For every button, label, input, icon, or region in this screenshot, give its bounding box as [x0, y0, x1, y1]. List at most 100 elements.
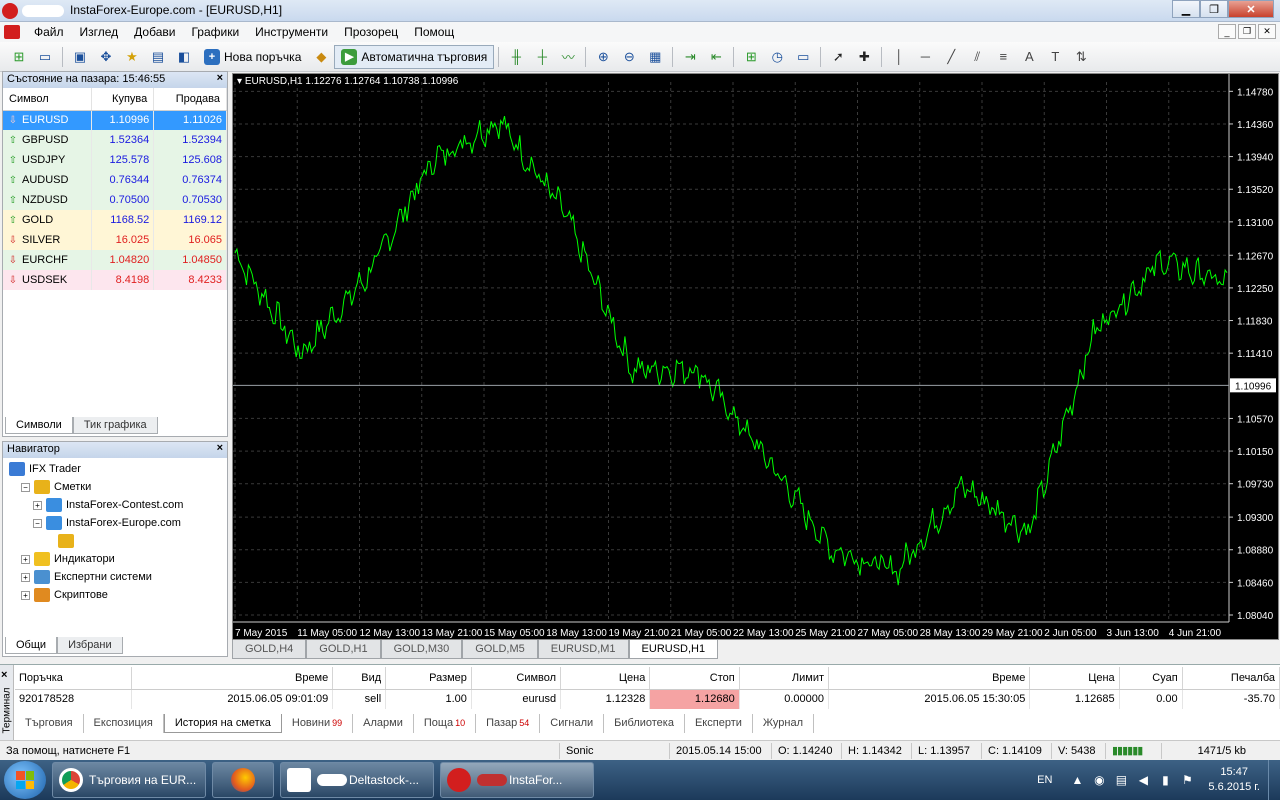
horizontal-line-icon[interactable]: ─	[914, 46, 936, 68]
zoom-in-icon[interactable]: ⊕	[592, 46, 614, 68]
tab-common[interactable]: Общи	[5, 637, 58, 654]
market-row-gold[interactable]: ⇧ GOLD 1168.52 1169.12	[3, 210, 227, 230]
network-icon[interactable]: ▮	[1158, 773, 1172, 787]
tile-windows-icon[interactable]: ▦	[644, 46, 666, 68]
mdi-minimize-button[interactable]: _	[1218, 24, 1236, 39]
taskbar-item-firefox[interactable]	[212, 762, 274, 798]
column-header[interactable]: Време	[828, 667, 1031, 690]
market-row-usdjpy[interactable]: ⇧ USDJPY 125.578 125.608	[3, 150, 227, 170]
taskbar-item-instaforex[interactable]: InstaFor...	[440, 762, 594, 798]
arrows-icon[interactable]: ⇅	[1070, 46, 1092, 68]
menu-file[interactable]: Файл	[26, 25, 72, 39]
expand-icon[interactable]: +	[21, 554, 30, 564]
profiles-icon[interactable]: ▭	[34, 46, 56, 68]
terminal-icon[interactable]: ▤	[147, 46, 169, 68]
line-chart-icon[interactable]: 〰	[557, 46, 579, 68]
strategy-tester-icon[interactable]: ◧	[173, 46, 195, 68]
chart-menu-icon[interactable]: ▾	[237, 76, 242, 87]
auto-trading-button[interactable]: ▶ Автоматична търговия	[334, 44, 495, 69]
column-header[interactable]: Стоп	[649, 667, 740, 690]
terminal-tab[interactable]: Експозиция	[84, 714, 164, 733]
terminal-tab[interactable]: Журнал	[753, 714, 815, 733]
data-window-icon[interactable]: ✥	[95, 46, 117, 68]
autoscroll-icon[interactable]: ⇥	[679, 46, 701, 68]
column-header[interactable]: Символ	[471, 667, 562, 690]
menu-charts[interactable]: Графики	[183, 25, 247, 39]
table-row[interactable]: 920178528 2015.06.05 09:01:09 sell 1.00 euru…	[15, 689, 1280, 709]
terminal-tab[interactable]: Библиотека	[604, 714, 685, 733]
navigator-item[interactable]: − Сметки	[3, 478, 227, 496]
new-chart-icon[interactable]: ⊞	[8, 46, 30, 68]
menu-window[interactable]: Прозорец	[336, 25, 406, 39]
terminal-tab[interactable]: Търговия	[15, 714, 84, 733]
expand-icon[interactable]: +	[21, 572, 30, 582]
column-header[interactable]: Вид	[332, 667, 387, 690]
market-row-eurusd[interactable]: ⇩ EURUSD 1.10996 1.11026	[3, 110, 227, 130]
language-indicator[interactable]: EN	[1037, 774, 1052, 786]
chart-tab[interactable]: GOLD,H4	[232, 640, 307, 659]
navigator-item[interactable]: + Експертни системи	[3, 568, 227, 586]
action-center-icon[interactable]: ⚑	[1180, 773, 1194, 787]
volume-icon[interactable]: ◀	[1136, 773, 1150, 787]
terminal-tab[interactable]: Пазар 54	[476, 714, 541, 733]
price-chart[interactable]: 1.14780 1.14360 1.13940 1.13520 1.13100 1.126…	[232, 73, 1279, 640]
app-tray-icon[interactable]: ◉	[1092, 773, 1106, 787]
terminal-tab[interactable]: Експерти	[685, 714, 753, 733]
show-desktop-button[interactable]	[1268, 760, 1280, 800]
expand-icon[interactable]: +	[33, 500, 42, 510]
close-icon[interactable]: ×	[1, 669, 7, 681]
chart-tab[interactable]: GOLD,M5	[462, 640, 538, 659]
restore-button[interactable]: ❐	[1200, 0, 1228, 18]
navigator-item[interactable]: − InstaForex-Europe.com	[3, 514, 227, 532]
text-label-icon[interactable]: T	[1044, 46, 1066, 68]
status-profile[interactable]: Sonic	[560, 742, 670, 759]
candlestick-icon[interactable]: ┼	[531, 46, 553, 68]
terminal-tab[interactable]: История на сметка	[163, 714, 282, 733]
clock[interactable]: 15:47 5.6.2015 г.	[1208, 765, 1260, 795]
menu-help[interactable]: Помощ	[406, 25, 462, 39]
column-header[interactable]: Време	[131, 667, 334, 690]
terminal-tab[interactable]: Аларми	[353, 714, 414, 733]
column-header[interactable]: Цена	[560, 667, 651, 690]
start-button[interactable]	[4, 761, 46, 799]
show-hidden-icons-icon[interactable]: ▲	[1070, 773, 1084, 787]
terminal-tab[interactable]: Сигнали	[540, 714, 605, 733]
periods-icon[interactable]: ◷	[766, 46, 788, 68]
market-row-eurchf[interactable]: ⇩ EURCHF 1.04820 1.04850	[3, 250, 227, 270]
market-row-nzdusd[interactable]: ⇧ NZDUSD 0.70500 0.70530	[3, 190, 227, 210]
column-header[interactable]: Печалба	[1182, 667, 1280, 690]
equidistant-channel-icon[interactable]: ⫽	[966, 46, 988, 68]
tab-tick-chart[interactable]: Тик графика	[72, 417, 158, 434]
bar-chart-icon[interactable]: ╫	[505, 46, 527, 68]
market-row-audusd[interactable]: ⇧ AUDUSD 0.76344 0.76374	[3, 170, 227, 190]
new-order-button[interactable]: + Нова поръчка	[197, 45, 308, 69]
close-icon[interactable]: ×	[217, 72, 223, 84]
menu-insert[interactable]: Добави	[126, 25, 183, 39]
cursor-icon[interactable]: ➚	[827, 46, 849, 68]
column-bid[interactable]: Купува	[91, 88, 155, 111]
navigator-icon[interactable]: ★	[121, 46, 143, 68]
indicators-list-icon[interactable]: ⊞	[740, 46, 762, 68]
expand-icon[interactable]: −	[21, 482, 30, 492]
taskbar-item-deltastock[interactable]: Deltastock-...	[280, 762, 434, 798]
tab-favorites[interactable]: Избрани	[57, 637, 123, 654]
tab-symbols[interactable]: Символи	[5, 417, 73, 434]
terminal-tab[interactable]: Поща 10	[414, 714, 477, 733]
close-icon[interactable]: ×	[217, 442, 223, 454]
market-row-usdsek[interactable]: ⇩ USDSEK 8.4198 8.4233	[3, 270, 227, 290]
column-header[interactable]: Размер	[385, 667, 472, 690]
remove-hardware-icon[interactable]: ▤	[1114, 773, 1128, 787]
chart-canvas[interactable]: 1.14780 1.14360 1.13940 1.13520 1.13100 1.126…	[233, 74, 1280, 641]
expand-icon[interactable]: −	[33, 518, 42, 528]
chart-tab[interactable]: EURUSD,H1	[628, 640, 719, 659]
column-header[interactable]: Суап	[1119, 667, 1183, 690]
crosshair-icon[interactable]: ✚	[853, 46, 875, 68]
column-header[interactable]: Цена	[1029, 667, 1120, 690]
chart-tab[interactable]: GOLD,M30	[380, 640, 463, 659]
navigator-item[interactable]: IFX Trader	[3, 460, 227, 478]
chart-tab[interactable]: GOLD,H1	[306, 640, 381, 659]
text-icon[interactable]: A	[1018, 46, 1040, 68]
minimize-button[interactable]: ▁	[1172, 0, 1200, 18]
document-icon[interactable]	[4, 25, 20, 39]
close-button[interactable]: ✕	[1228, 0, 1274, 18]
